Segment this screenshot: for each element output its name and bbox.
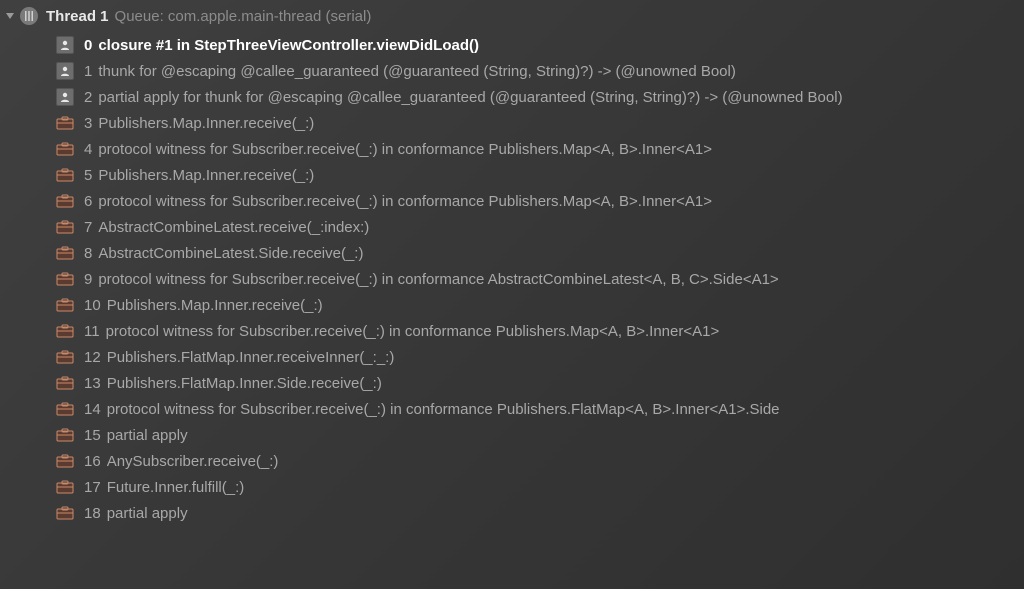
stack-frame-label: AbstractCombineLatest.Side.receive(_:) bbox=[98, 245, 363, 262]
stack-frame-index: 8 bbox=[84, 245, 92, 262]
stack-frame-index: 3 bbox=[84, 115, 92, 132]
stack-frame-index: 2 bbox=[84, 89, 92, 106]
debug-navigator-panel: Thread 1 Queue: com.apple.main-thread (s… bbox=[0, 0, 1024, 589]
briefcase-icon bbox=[56, 297, 74, 313]
stack-frame-index: 12 bbox=[84, 349, 101, 366]
briefcase-icon bbox=[56, 349, 74, 365]
stack-frame-label: protocol witness for Subscriber.receive(… bbox=[98, 141, 712, 158]
stack-frame-row[interactable]: 6 protocol witness for Subscriber.receive… bbox=[20, 188, 1024, 214]
stack-frame-row[interactable]: 18 partial apply bbox=[20, 500, 1024, 526]
stack-frame-index: 14 bbox=[84, 401, 101, 418]
stack-frame-row[interactable]: 9 protocol witness for Subscriber.receive… bbox=[20, 266, 1024, 292]
stack-frame-label: Publishers.Map.Inner.receive(_:) bbox=[107, 297, 323, 314]
briefcase-icon bbox=[56, 245, 74, 261]
stack-frame-label: protocol witness for Subscriber.receive(… bbox=[98, 193, 712, 210]
stack-frame-row[interactable]: 3 Publishers.Map.Inner.receive(_:) bbox=[20, 110, 1024, 136]
thread-title: Thread 1 bbox=[46, 8, 109, 25]
stack-frame-index: 16 bbox=[84, 453, 101, 470]
stack-frame-index: 4 bbox=[84, 141, 92, 158]
briefcase-icon bbox=[56, 453, 74, 469]
stack-frame-label: protocol witness for Subscriber.receive(… bbox=[98, 271, 778, 288]
stack-frame-row[interactable]: 10 Publishers.Map.Inner.receive(_:) bbox=[20, 292, 1024, 318]
stack-frame-index: 10 bbox=[84, 297, 101, 314]
thread-queue-label: Queue: com.apple.main-thread (serial) bbox=[115, 8, 372, 25]
stack-frame-row[interactable]: 16 AnySubscriber.receive(_:) bbox=[20, 448, 1024, 474]
stack-frame-index: 7 bbox=[84, 219, 92, 236]
person-icon bbox=[56, 63, 74, 79]
briefcase-icon bbox=[56, 427, 74, 443]
stack-frame-label: AbstractCombineLatest.receive(_:index:) bbox=[98, 219, 369, 236]
person-icon bbox=[56, 89, 74, 105]
stack-frame-label: thunk for @escaping @callee_guaranteed (… bbox=[98, 63, 736, 80]
stack-frame-label: Publishers.Map.Inner.receive(_:) bbox=[98, 167, 314, 184]
stack-frame-label: Publishers.FlatMap.Inner.receiveInner(_:… bbox=[107, 349, 395, 366]
briefcase-icon bbox=[56, 505, 74, 521]
stack-frame-label: AnySubscriber.receive(_:) bbox=[107, 453, 279, 470]
stack-frame-label: Publishers.FlatMap.Inner.Side.receive(_:… bbox=[107, 375, 382, 392]
briefcase-icon bbox=[56, 323, 74, 339]
thread-icon bbox=[20, 7, 38, 25]
stack-frame-row[interactable]: 5 Publishers.Map.Inner.receive(_:) bbox=[20, 162, 1024, 188]
briefcase-icon bbox=[56, 271, 74, 287]
stack-frame-label: partial apply for thunk for @escaping @c… bbox=[98, 89, 842, 106]
stack-frame-row[interactable]: 12 Publishers.FlatMap.Inner.receiveInner(… bbox=[20, 344, 1024, 370]
briefcase-icon bbox=[56, 167, 74, 183]
stack-frame-label: closure #1 in StepThreeViewController.vi… bbox=[98, 37, 479, 54]
stack-frame-row[interactable]: 1 thunk for @escaping @callee_guaranteed … bbox=[20, 58, 1024, 84]
stack-frame-index: 11 bbox=[84, 323, 100, 340]
disclosure-triangle-icon[interactable] bbox=[4, 10, 16, 22]
stack-frame-index: 9 bbox=[84, 271, 92, 288]
briefcase-icon bbox=[56, 401, 74, 417]
stack-frame-list: 0 closure #1 in StepThreeViewController.v… bbox=[0, 32, 1024, 526]
stack-frame-row[interactable]: 4 protocol witness for Subscriber.receive… bbox=[20, 136, 1024, 162]
stack-frame-index: 1 bbox=[84, 63, 92, 80]
stack-frame-row[interactable]: 0 closure #1 in StepThreeViewController.v… bbox=[20, 32, 1024, 58]
stack-frame-label: protocol witness for Subscriber.receive(… bbox=[107, 401, 780, 418]
stack-frame-index: 13 bbox=[84, 375, 101, 392]
stack-frame-label: partial apply bbox=[107, 427, 188, 444]
stack-frame-row[interactable]: 15 partial apply bbox=[20, 422, 1024, 448]
stack-frame-row[interactable]: 8 AbstractCombineLatest.Side.receive(_:) bbox=[20, 240, 1024, 266]
stack-frame-row[interactable]: 11 protocol witness for Subscriber.receiv… bbox=[20, 318, 1024, 344]
stack-frame-row[interactable]: 7 AbstractCombineLatest.receive(_:index:) bbox=[20, 214, 1024, 240]
person-icon bbox=[56, 37, 74, 53]
stack-frame-index: 18 bbox=[84, 505, 101, 522]
briefcase-icon bbox=[56, 193, 74, 209]
stack-frame-label: partial apply bbox=[107, 505, 188, 522]
stack-frame-index: 17 bbox=[84, 479, 101, 496]
stack-frame-label: Future.Inner.fulfill(_:) bbox=[107, 479, 245, 496]
briefcase-icon bbox=[56, 479, 74, 495]
stack-frame-row[interactable]: 14 protocol witness for Subscriber.receiv… bbox=[20, 396, 1024, 422]
briefcase-icon bbox=[56, 219, 74, 235]
stack-frame-index: 6 bbox=[84, 193, 92, 210]
stack-frame-index: 5 bbox=[84, 167, 92, 184]
briefcase-icon bbox=[56, 141, 74, 157]
stack-frame-row[interactable]: 13 Publishers.FlatMap.Inner.Side.receive(… bbox=[20, 370, 1024, 396]
stack-frame-label: protocol witness for Subscriber.receive(… bbox=[106, 323, 720, 340]
stack-frame-row[interactable]: 17 Future.Inner.fulfill(_:) bbox=[20, 474, 1024, 500]
stack-frame-index: 15 bbox=[84, 427, 101, 444]
stack-frame-row[interactable]: 2 partial apply for thunk for @escaping @… bbox=[20, 84, 1024, 110]
thread-header[interactable]: Thread 1 Queue: com.apple.main-thread (s… bbox=[0, 0, 1024, 32]
stack-frame-label: Publishers.Map.Inner.receive(_:) bbox=[98, 115, 314, 132]
stack-frame-index: 0 bbox=[84, 37, 92, 54]
briefcase-icon bbox=[56, 375, 74, 391]
briefcase-icon bbox=[56, 115, 74, 131]
